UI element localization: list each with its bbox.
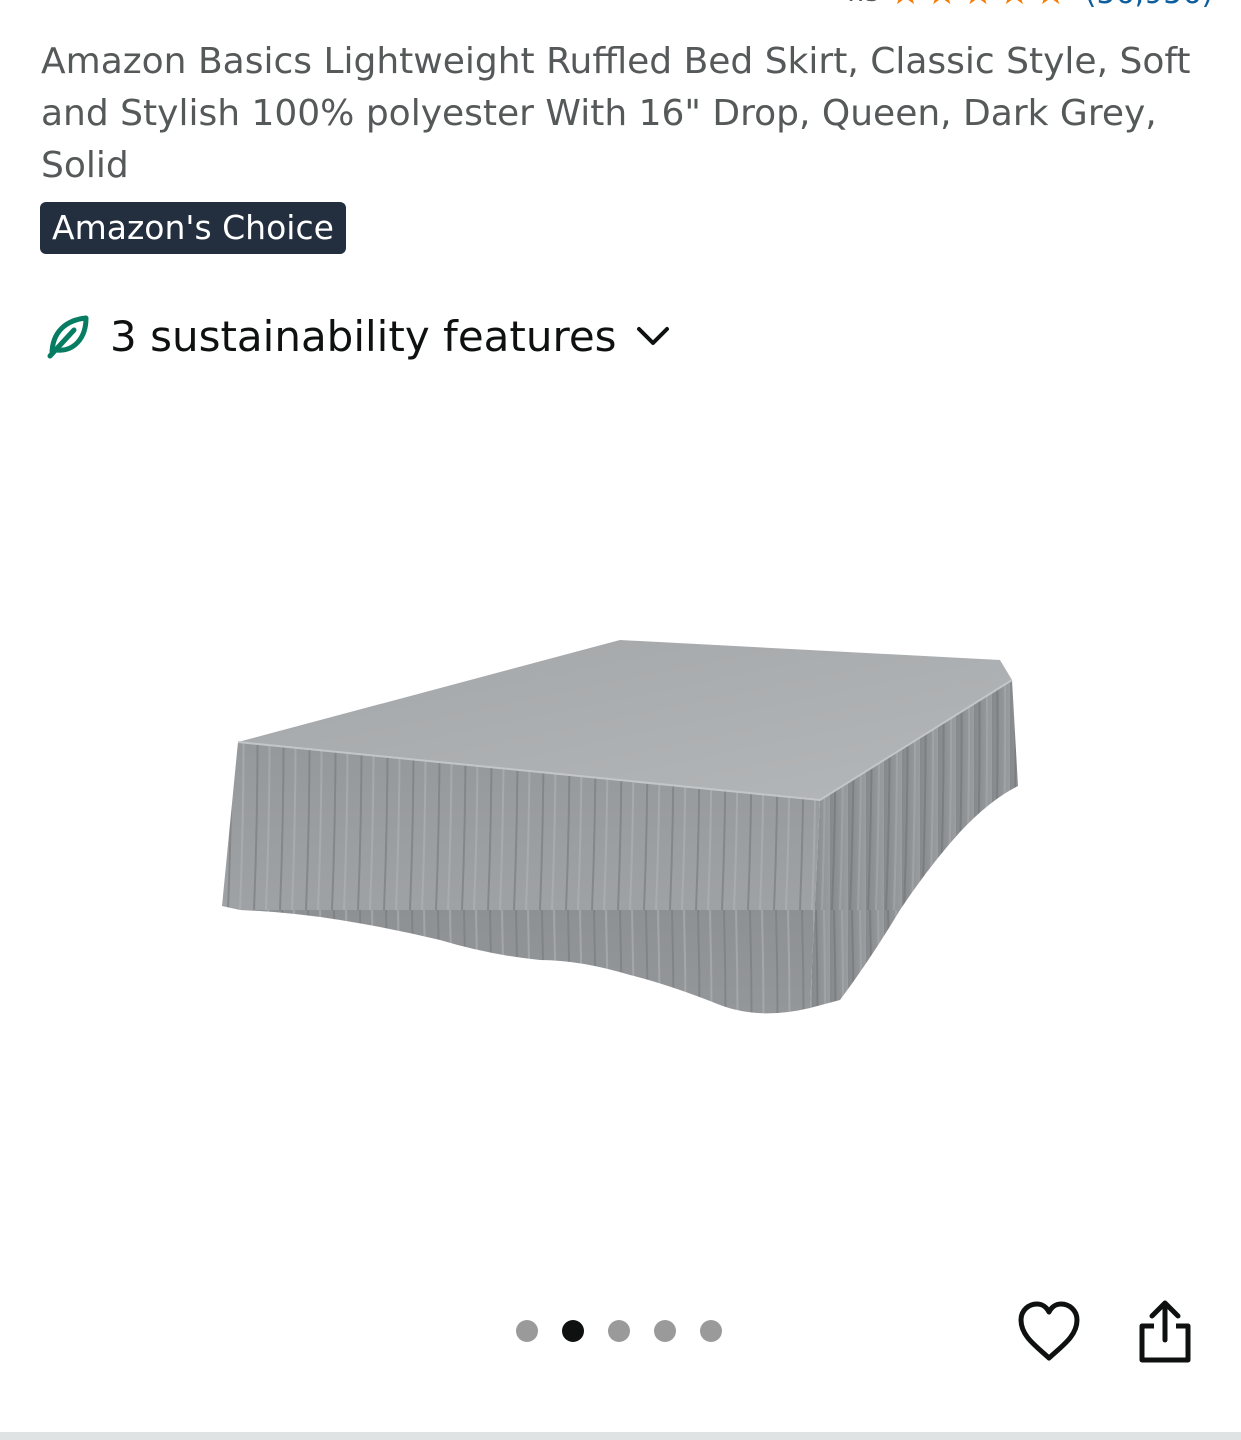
product-title: Amazon Basics Lightweight Ruffled Bed Sk… [41,41,1191,186]
star-icon: ★ [1034,0,1066,11]
star-icon: ★ [962,0,994,11]
rating-row[interactable]: 4.5 ★ ★ ★ ★ ★ (56,956) [840,0,1213,11]
product-image[interactable] [200,610,1040,1040]
carousel-dot-active[interactable] [562,1320,584,1342]
sustainability-label: 3 sustainability features [110,311,617,361]
sustainability-features-toggle[interactable]: 3 sustainability features [44,306,671,366]
star-icon: ★ [889,0,921,11]
carousel-dot[interactable] [516,1320,538,1342]
chevron-down-icon [636,327,669,345]
share-icon[interactable] [1136,1298,1194,1364]
image-carousel-dots[interactable] [516,1320,722,1342]
divider [0,1432,1241,1440]
star-icon: ★ [998,0,1030,11]
amazons-choice-badge: Amazon's Choice [40,202,346,254]
heart-icon[interactable] [1016,1300,1082,1364]
star-icon: ★ [926,0,958,11]
rating-count-link[interactable]: (56,956) [1085,0,1213,11]
rating-value: 4.5 [840,0,881,8]
star-rating: ★ ★ ★ ★ ★ [889,0,1066,11]
carousel-dot[interactable] [608,1320,630,1342]
carousel-dot[interactable] [700,1320,722,1342]
leaf-icon [47,315,89,359]
carousel-dot[interactable] [654,1320,676,1342]
